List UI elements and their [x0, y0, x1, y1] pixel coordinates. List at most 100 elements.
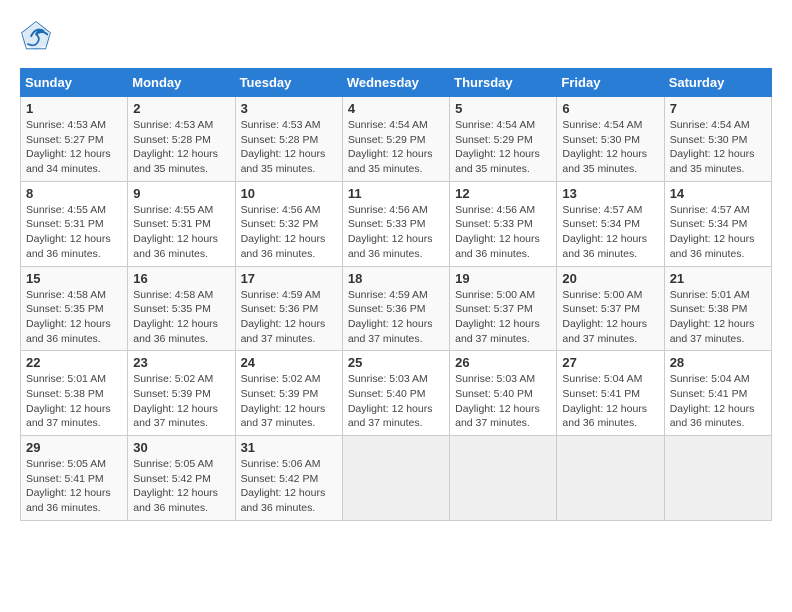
calendar-cell: 12 Sunrise: 4:56 AMSunset: 5:33 PMDaylig…	[450, 181, 557, 266]
calendar-cell: 13 Sunrise: 4:57 AMSunset: 5:34 PMDaylig…	[557, 181, 664, 266]
day-detail: Sunrise: 5:05 AMSunset: 5:42 PMDaylight:…	[133, 458, 218, 514]
day-detail: Sunrise: 5:00 AMSunset: 5:37 PMDaylight:…	[455, 289, 540, 345]
day-number: 22	[26, 355, 122, 370]
day-number: 28	[670, 355, 766, 370]
day-number: 14	[670, 186, 766, 201]
header	[20, 20, 772, 52]
day-detail: Sunrise: 5:06 AMSunset: 5:42 PMDaylight:…	[241, 458, 326, 514]
day-detail: Sunrise: 5:00 AMSunset: 5:37 PMDaylight:…	[562, 289, 647, 345]
day-number: 4	[348, 101, 444, 116]
week-row-4: 22 Sunrise: 5:01 AMSunset: 5:38 PMDaylig…	[21, 351, 772, 436]
week-row-5: 29 Sunrise: 5:05 AMSunset: 5:41 PMDaylig…	[21, 436, 772, 521]
calendar-cell: 20 Sunrise: 5:00 AMSunset: 5:37 PMDaylig…	[557, 266, 664, 351]
day-detail: Sunrise: 4:54 AMSunset: 5:29 PMDaylight:…	[348, 119, 433, 175]
calendar-cell	[450, 436, 557, 521]
column-header-wednesday: Wednesday	[342, 69, 449, 97]
column-header-tuesday: Tuesday	[235, 69, 342, 97]
logo-icon	[20, 20, 52, 52]
day-number: 24	[241, 355, 337, 370]
calendar-header: SundayMondayTuesdayWednesdayThursdayFrid…	[21, 69, 772, 97]
day-detail: Sunrise: 5:05 AMSunset: 5:41 PMDaylight:…	[26, 458, 111, 514]
day-number: 12	[455, 186, 551, 201]
calendar-cell: 6 Sunrise: 4:54 AMSunset: 5:30 PMDayligh…	[557, 97, 664, 182]
day-detail: Sunrise: 5:02 AMSunset: 5:39 PMDaylight:…	[133, 373, 218, 429]
week-row-3: 15 Sunrise: 4:58 AMSunset: 5:35 PMDaylig…	[21, 266, 772, 351]
day-number: 20	[562, 271, 658, 286]
day-number: 29	[26, 440, 122, 455]
day-number: 3	[241, 101, 337, 116]
day-detail: Sunrise: 4:54 AMSunset: 5:30 PMDaylight:…	[562, 119, 647, 175]
day-number: 13	[562, 186, 658, 201]
calendar-cell: 26 Sunrise: 5:03 AMSunset: 5:40 PMDaylig…	[450, 351, 557, 436]
day-detail: Sunrise: 4:57 AMSunset: 5:34 PMDaylight:…	[562, 204, 647, 260]
calendar-cell: 9 Sunrise: 4:55 AMSunset: 5:31 PMDayligh…	[128, 181, 235, 266]
day-detail: Sunrise: 5:01 AMSunset: 5:38 PMDaylight:…	[26, 373, 111, 429]
calendar-cell: 31 Sunrise: 5:06 AMSunset: 5:42 PMDaylig…	[235, 436, 342, 521]
day-detail: Sunrise: 4:56 AMSunset: 5:33 PMDaylight:…	[455, 204, 540, 260]
calendar-cell: 3 Sunrise: 4:53 AMSunset: 5:28 PMDayligh…	[235, 97, 342, 182]
calendar-table: SundayMondayTuesdayWednesdayThursdayFrid…	[20, 68, 772, 521]
day-number: 26	[455, 355, 551, 370]
calendar-cell: 10 Sunrise: 4:56 AMSunset: 5:32 PMDaylig…	[235, 181, 342, 266]
calendar-cell: 24 Sunrise: 5:02 AMSunset: 5:39 PMDaylig…	[235, 351, 342, 436]
day-detail: Sunrise: 4:57 AMSunset: 5:34 PMDaylight:…	[670, 204, 755, 260]
day-number: 19	[455, 271, 551, 286]
day-number: 7	[670, 101, 766, 116]
day-number: 17	[241, 271, 337, 286]
day-detail: Sunrise: 4:56 AMSunset: 5:32 PMDaylight:…	[241, 204, 326, 260]
day-detail: Sunrise: 5:02 AMSunset: 5:39 PMDaylight:…	[241, 373, 326, 429]
calendar-cell: 14 Sunrise: 4:57 AMSunset: 5:34 PMDaylig…	[664, 181, 771, 266]
day-detail: Sunrise: 5:01 AMSunset: 5:38 PMDaylight:…	[670, 289, 755, 345]
calendar-cell: 18 Sunrise: 4:59 AMSunset: 5:36 PMDaylig…	[342, 266, 449, 351]
day-detail: Sunrise: 5:04 AMSunset: 5:41 PMDaylight:…	[562, 373, 647, 429]
day-detail: Sunrise: 4:59 AMSunset: 5:36 PMDaylight:…	[348, 289, 433, 345]
day-detail: Sunrise: 5:04 AMSunset: 5:41 PMDaylight:…	[670, 373, 755, 429]
day-detail: Sunrise: 4:53 AMSunset: 5:28 PMDaylight:…	[133, 119, 218, 175]
day-number: 18	[348, 271, 444, 286]
day-detail: Sunrise: 4:55 AMSunset: 5:31 PMDaylight:…	[133, 204, 218, 260]
calendar-cell: 7 Sunrise: 4:54 AMSunset: 5:30 PMDayligh…	[664, 97, 771, 182]
day-detail: Sunrise: 4:53 AMSunset: 5:28 PMDaylight:…	[241, 119, 326, 175]
day-number: 9	[133, 186, 229, 201]
day-detail: Sunrise: 4:58 AMSunset: 5:35 PMDaylight:…	[133, 289, 218, 345]
calendar-cell: 11 Sunrise: 4:56 AMSunset: 5:33 PMDaylig…	[342, 181, 449, 266]
day-number: 8	[26, 186, 122, 201]
calendar-cell: 5 Sunrise: 4:54 AMSunset: 5:29 PMDayligh…	[450, 97, 557, 182]
column-header-saturday: Saturday	[664, 69, 771, 97]
logo	[20, 20, 56, 52]
calendar-cell	[557, 436, 664, 521]
day-detail: Sunrise: 4:59 AMSunset: 5:36 PMDaylight:…	[241, 289, 326, 345]
day-detail: Sunrise: 5:03 AMSunset: 5:40 PMDaylight:…	[348, 373, 433, 429]
column-header-friday: Friday	[557, 69, 664, 97]
day-number: 23	[133, 355, 229, 370]
calendar-cell: 22 Sunrise: 5:01 AMSunset: 5:38 PMDaylig…	[21, 351, 128, 436]
calendar-cell: 29 Sunrise: 5:05 AMSunset: 5:41 PMDaylig…	[21, 436, 128, 521]
calendar-cell: 16 Sunrise: 4:58 AMSunset: 5:35 PMDaylig…	[128, 266, 235, 351]
calendar-cell: 30 Sunrise: 5:05 AMSunset: 5:42 PMDaylig…	[128, 436, 235, 521]
day-detail: Sunrise: 5:03 AMSunset: 5:40 PMDaylight:…	[455, 373, 540, 429]
column-header-monday: Monday	[128, 69, 235, 97]
day-number: 21	[670, 271, 766, 286]
header-row: SundayMondayTuesdayWednesdayThursdayFrid…	[21, 69, 772, 97]
week-row-1: 1 Sunrise: 4:53 AMSunset: 5:27 PMDayligh…	[21, 97, 772, 182]
calendar-cell: 8 Sunrise: 4:55 AMSunset: 5:31 PMDayligh…	[21, 181, 128, 266]
calendar-cell	[664, 436, 771, 521]
day-number: 30	[133, 440, 229, 455]
day-detail: Sunrise: 4:55 AMSunset: 5:31 PMDaylight:…	[26, 204, 111, 260]
calendar-cell: 15 Sunrise: 4:58 AMSunset: 5:35 PMDaylig…	[21, 266, 128, 351]
calendar-cell: 21 Sunrise: 5:01 AMSunset: 5:38 PMDaylig…	[664, 266, 771, 351]
day-detail: Sunrise: 4:54 AMSunset: 5:29 PMDaylight:…	[455, 119, 540, 175]
day-detail: Sunrise: 4:56 AMSunset: 5:33 PMDaylight:…	[348, 204, 433, 260]
day-detail: Sunrise: 4:53 AMSunset: 5:27 PMDaylight:…	[26, 119, 111, 175]
day-number: 1	[26, 101, 122, 116]
calendar-body: 1 Sunrise: 4:53 AMSunset: 5:27 PMDayligh…	[21, 97, 772, 521]
day-number: 2	[133, 101, 229, 116]
day-detail: Sunrise: 4:58 AMSunset: 5:35 PMDaylight:…	[26, 289, 111, 345]
day-number: 15	[26, 271, 122, 286]
calendar-cell: 4 Sunrise: 4:54 AMSunset: 5:29 PMDayligh…	[342, 97, 449, 182]
calendar-cell: 2 Sunrise: 4:53 AMSunset: 5:28 PMDayligh…	[128, 97, 235, 182]
calendar-cell: 27 Sunrise: 5:04 AMSunset: 5:41 PMDaylig…	[557, 351, 664, 436]
day-number: 11	[348, 186, 444, 201]
calendar-cell: 28 Sunrise: 5:04 AMSunset: 5:41 PMDaylig…	[664, 351, 771, 436]
column-header-sunday: Sunday	[21, 69, 128, 97]
